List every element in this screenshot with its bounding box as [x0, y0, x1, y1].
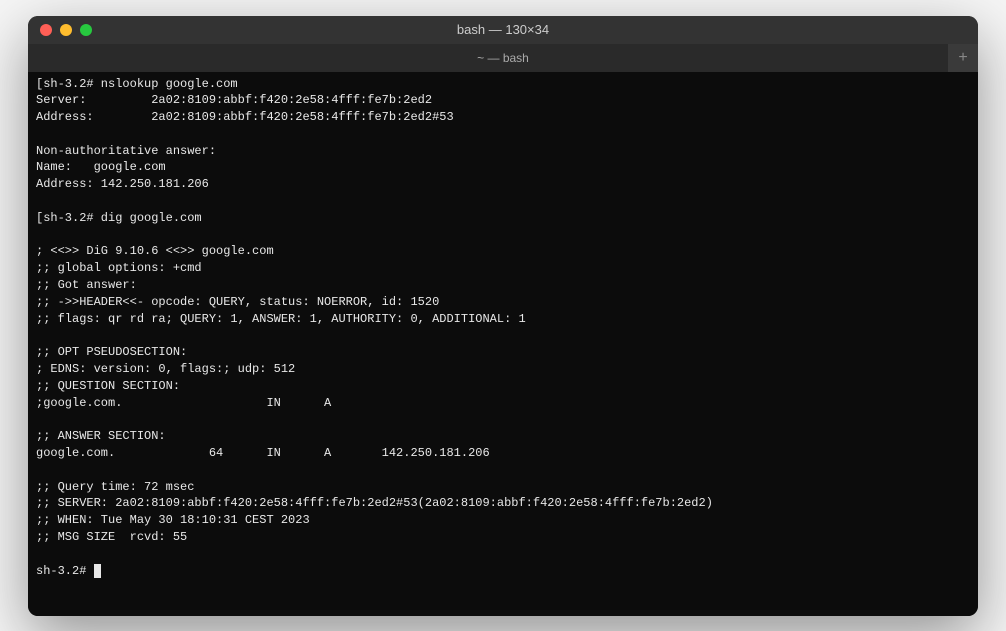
terminal-line [36, 462, 970, 479]
terminal-line: ;; OPT PSEUDOSECTION: [36, 344, 970, 361]
traffic-lights [40, 24, 92, 36]
terminal-line [36, 327, 970, 344]
terminal-line: ;; QUESTION SECTION: [36, 378, 970, 395]
terminal-line: google.com. 64 IN A 142.250.181.206 [36, 445, 970, 462]
terminal-line: Non-authoritative answer: [36, 143, 970, 160]
terminal-line: ;; SERVER: 2a02:8109:abbf:f420:2e58:4fff… [36, 495, 970, 512]
tabbar: ~ — bash + [28, 44, 978, 72]
minimize-icon[interactable] [60, 24, 72, 36]
terminal-line: Server: 2a02:8109:abbf:f420:2e58:4fff:fe… [36, 92, 970, 109]
terminal-line: ;; flags: qr rd ra; QUERY: 1, ANSWER: 1,… [36, 311, 970, 328]
titlebar[interactable]: bash — 130×34 [28, 16, 978, 44]
terminal-line: ; EDNS: version: 0, flags:; udp: 512 [36, 361, 970, 378]
terminal-line [36, 546, 970, 563]
tab-title[interactable]: ~ — bash [477, 51, 529, 65]
terminal-window: bash — 130×34 ~ — bash + [sh-3.2# nslook… [28, 16, 978, 616]
terminal-line: ;; ANSWER SECTION: [36, 428, 970, 445]
terminal-line: ;; global options: +cmd [36, 260, 970, 277]
maximize-icon[interactable] [80, 24, 92, 36]
terminal-line [36, 126, 970, 143]
terminal-line: ;; WHEN: Tue May 30 18:10:31 CEST 2023 [36, 512, 970, 529]
terminal-line: [sh-3.2# dig google.com [36, 210, 970, 227]
terminal-line: ;; MSG SIZE rcvd: 55 [36, 529, 970, 546]
terminal-line: ;; ->>HEADER<<- opcode: QUERY, status: N… [36, 294, 970, 311]
cursor-icon [94, 564, 101, 578]
terminal-line: Address: 142.250.181.206 [36, 176, 970, 193]
terminal-line: ;google.com. IN A [36, 395, 970, 412]
terminal-line: Address: 2a02:8109:abbf:f420:2e58:4fff:f… [36, 109, 970, 126]
close-icon[interactable] [40, 24, 52, 36]
terminal-line [36, 193, 970, 210]
terminal-line: Name: google.com [36, 159, 970, 176]
window-title: bash — 130×34 [457, 22, 549, 37]
terminal-line [36, 411, 970, 428]
terminal-line: sh-3.2# [36, 563, 970, 580]
terminal-line: ;; Query time: 72 msec [36, 479, 970, 496]
terminal-content[interactable]: [sh-3.2# nslookup google.comServer: 2a02… [28, 72, 978, 616]
terminal-line: ; <<>> DiG 9.10.6 <<>> google.com [36, 243, 970, 260]
terminal-line [36, 227, 970, 244]
terminal-line: ;; Got answer: [36, 277, 970, 294]
new-tab-button[interactable]: + [948, 44, 978, 72]
terminal-line: [sh-3.2# nslookup google.com [36, 76, 970, 93]
